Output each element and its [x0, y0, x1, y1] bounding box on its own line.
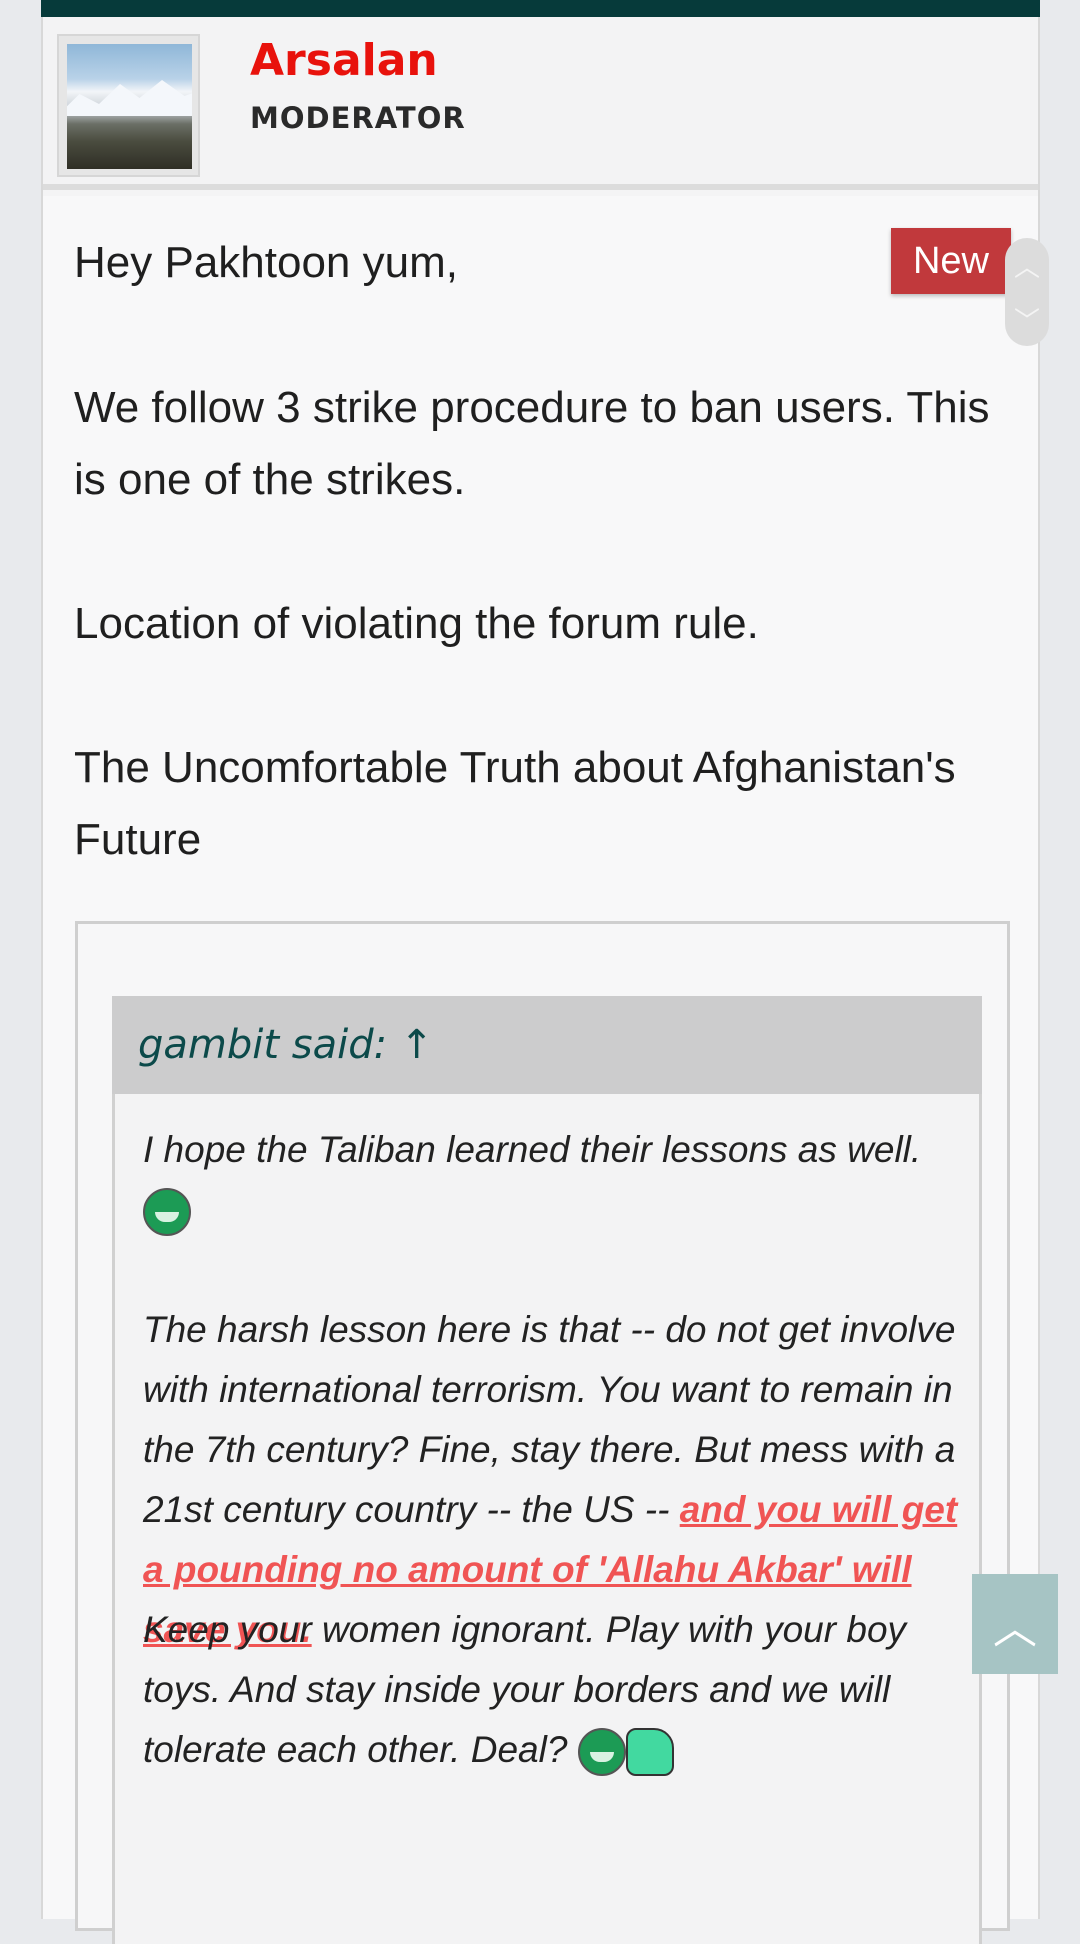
arrow-up-icon: ︿ — [993, 1604, 1037, 1653]
grin-smiley-icon — [143, 1188, 191, 1237]
username[interactable]: Arsalan — [250, 35, 438, 86]
post-paragraph-greeting: Hey Pakhtoon yum, — [74, 238, 458, 287]
chevron-up-icon[interactable]: ︿ — [1014, 247, 1040, 284]
quote-block: gambit said: ↑ I hope the Taliban learne… — [75, 921, 1010, 1944]
avatar[interactable] — [57, 34, 200, 177]
quote-author[interactable]: gambit said: ↑ — [138, 1022, 433, 1068]
thumbs-up-icon — [625, 1728, 674, 1777]
post-paragraph-location: Location of violating the forum rule. — [74, 599, 759, 648]
user-role: MODERATOR — [250, 101, 466, 135]
post-paragraph-strike: We follow 3 strike procedure to ban user… — [74, 383, 990, 504]
post-paragraph-thread-title: The Uncomfortable Truth about Afghanista… — [74, 743, 956, 864]
quote-body: I hope the Taliban learned their lessons… — [112, 1094, 982, 1944]
user-header: Arsalan MODERATOR — [43, 17, 1038, 190]
grin-smiley-icon — [577, 1728, 626, 1777]
mountain-avatar-image — [67, 44, 192, 169]
top-bar — [41, 0, 1040, 17]
quote-header[interactable]: gambit said: ↑ — [112, 996, 982, 1094]
back-to-top-button[interactable]: ︿ — [972, 1574, 1058, 1674]
chevron-down-icon[interactable]: ﹀ — [1014, 301, 1040, 338]
quote-paragraph-3: Keep your women ignorant. Play with your… — [143, 1600, 963, 1780]
quote-paragraph-1: I hope the Taliban learned their lessons… — [143, 1120, 963, 1240]
